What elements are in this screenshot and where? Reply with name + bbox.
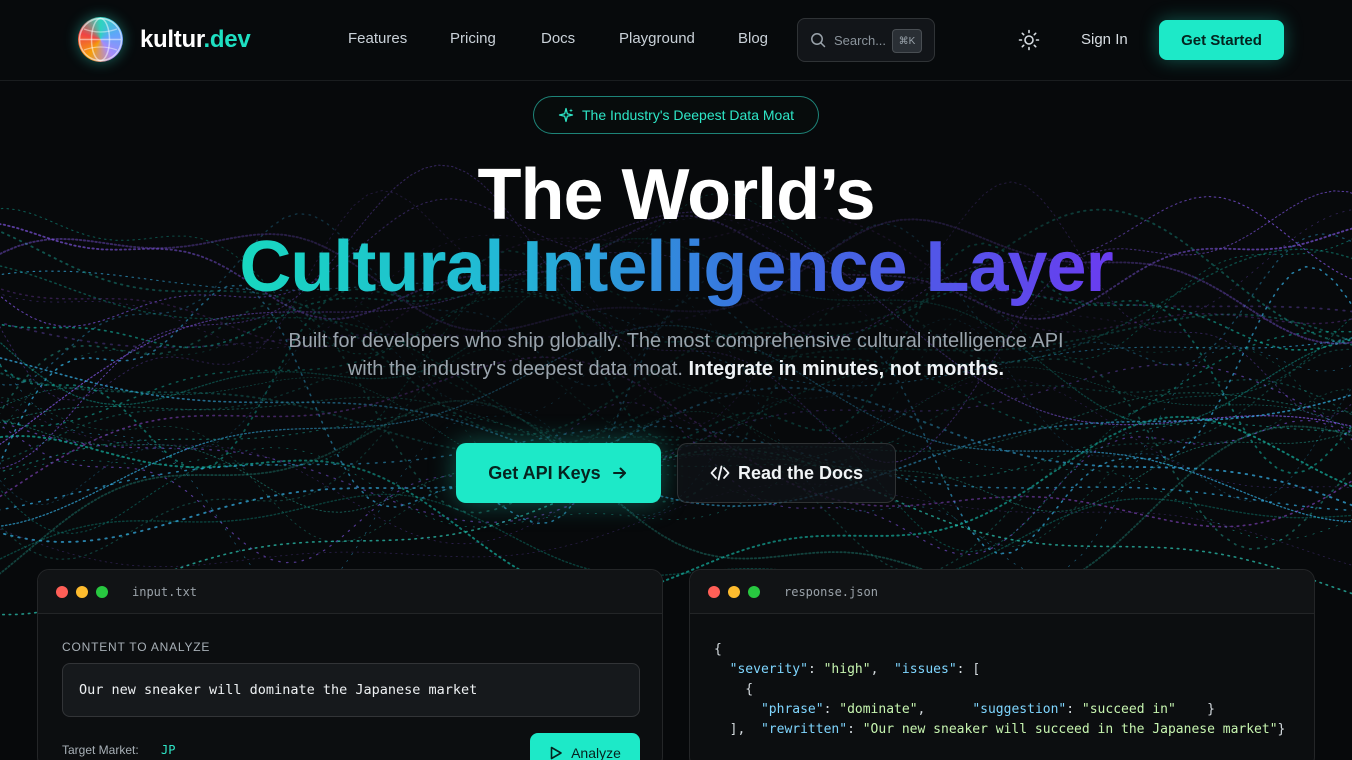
get-started-button[interactable]: Get Started — [1159, 20, 1284, 60]
analyze-button[interactable]: Analyze — [530, 733, 640, 760]
logo-globe-icon — [78, 17, 123, 62]
response-panel-titlebar: response.json — [690, 570, 1314, 614]
window-close-dot — [56, 585, 68, 598]
window-minimize-dot — [76, 585, 88, 598]
content-input[interactable]: Our new sneaker will dominate the Japane… — [62, 663, 640, 717]
target-market-value[interactable]: JP — [161, 743, 175, 757]
search-placeholder: Search... — [834, 32, 887, 48]
nav-docs[interactable]: Docs — [541, 30, 575, 47]
arrow-right-icon — [612, 467, 626, 479]
logo-wordmark: kultur.dev — [140, 25, 251, 53]
hero-subtitle-emphasis: Integrate in minutes, not months. — [688, 358, 1005, 380]
input-panel: input.txt CONTENT TO ANALYZE Our new sne… — [37, 569, 663, 760]
logo[interactable]: kultur.dev — [78, 17, 251, 62]
window-maximize-dot — [96, 585, 108, 598]
nav-blog[interactable]: Blog — [738, 30, 768, 47]
sun-icon — [1018, 29, 1040, 51]
play-icon — [550, 746, 562, 760]
hero-subtitle: Built for developers who ship globally. … — [288, 330, 1064, 380]
input-filename: input.txt — [132, 584, 198, 599]
hero-title-line-1: The World’s — [477, 155, 875, 235]
response-panel: response.json { "severity": "high", "iss… — [689, 569, 1315, 760]
nav-playground[interactable]: Playground — [619, 30, 695, 47]
content-label: CONTENT TO ANALYZE — [62, 640, 211, 654]
json-rewritten-value: Our new sneaker will succeed in the Japa… — [870, 722, 1270, 737]
hero-badge: The Industry's Deepest Data Moat — [533, 96, 819, 134]
nav-pricing[interactable]: Pricing — [450, 30, 496, 47]
json-severity-value: high — [831, 662, 863, 677]
json-response-code: { "severity": "high", "issues": [ { "phr… — [714, 642, 1286, 737]
response-filename: response.json — [784, 584, 878, 599]
window-close-dot — [708, 585, 720, 598]
get-api-keys-button[interactable]: Get API Keys — [456, 443, 661, 503]
search-icon — [811, 33, 826, 48]
search-shortcut-badge: ⌘K — [892, 29, 922, 53]
search-box[interactable]: Search... ⌘K — [797, 18, 935, 62]
top-navbar: kultur.dev Features Pricing Docs Playgro… — [0, 0, 1352, 81]
json-suggestion-value: succeed in — [1089, 702, 1169, 717]
json-phrase-value: dominate — [847, 702, 910, 717]
window-maximize-dot — [748, 585, 760, 598]
target-market-label: Target Market: — [62, 743, 139, 757]
sign-in-link[interactable]: Sign In — [1081, 31, 1128, 48]
read-the-docs-button[interactable]: Read the Docs — [677, 443, 896, 503]
hero-badge-text: The Industry's Deepest Data Moat — [582, 107, 794, 123]
input-panel-titlebar: input.txt — [38, 570, 662, 614]
nav-features[interactable]: Features — [348, 30, 407, 47]
theme-toggle-button[interactable] — [1017, 28, 1041, 52]
sparkle-icon — [558, 107, 574, 123]
hero-title-line-2: Cultural Intelligence Layer — [239, 227, 1113, 307]
code-icon — [710, 465, 730, 481]
window-minimize-dot — [728, 585, 740, 598]
